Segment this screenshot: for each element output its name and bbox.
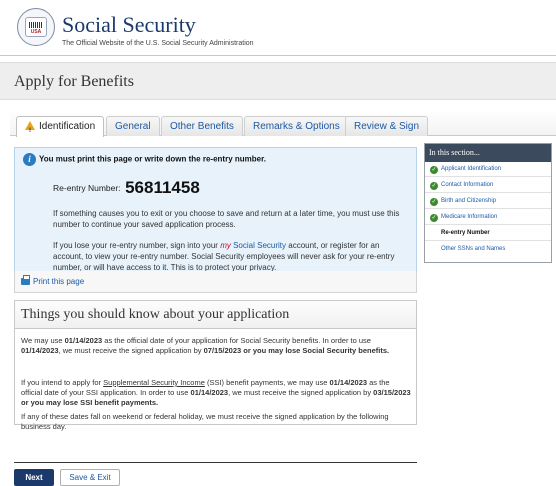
print-label: Print this page — [33, 277, 85, 286]
printer-icon — [21, 275, 30, 285]
seal-stripes — [29, 22, 43, 28]
reentry-row: Re-entry Number: 56811458 — [53, 178, 200, 198]
benefits-date-paragraph: We may use 01/14/2023 as the official da… — [21, 336, 411, 356]
date: 01/14/2023 — [190, 388, 229, 397]
check-icon: ✓ — [430, 214, 438, 222]
tab-identification[interactable]: ! Identification — [16, 116, 105, 137]
text: , we must receive the signed application… — [228, 388, 374, 397]
sidebar-item-other-ssns[interactable]: Other SSNs and Names — [425, 242, 551, 257]
site-header: USA Social Security The Official Website… — [0, 0, 556, 56]
tab-other-benefits[interactable]: Other Benefits — [161, 116, 243, 136]
sidebar-item-label: Medicare Information — [441, 214, 498, 220]
date: 01/14/2023 — [64, 336, 103, 345]
date: 01/14/2023 — [21, 346, 59, 355]
seal-text: USA — [30, 29, 42, 35]
tab-label: Other Benefits — [170, 121, 234, 132]
sidebar-heading: In this section... — [425, 144, 551, 162]
reentry-info-box: i You must print this page or write down … — [14, 147, 417, 289]
my-social-security-link[interactable]: my Social Security — [220, 241, 286, 250]
sidebar-item-label: Birth and Citizenship — [441, 198, 497, 204]
check-icon: ✓ — [430, 198, 438, 206]
page-title: Apply for Benefits — [14, 73, 134, 90]
text: , we must receive the signed application… — [58, 346, 204, 355]
things-to-know-panel: Things you should know about your applic… — [14, 300, 417, 431]
ss-text: Social Security — [230, 241, 287, 250]
ssi-date-paragraph: If you intend to apply for Supplemental … — [21, 378, 411, 408]
page-title-bar: Apply for Benefits — [0, 62, 556, 100]
tab-general[interactable]: General — [106, 116, 160, 136]
sidebar-item-reentry-number: Re-entry Number — [425, 226, 551, 241]
privacy-text-a: If you lose your re-entry number, sign i… — [53, 241, 221, 250]
tab-label: Review & Sign — [354, 121, 420, 132]
info-icon: i — [23, 153, 36, 166]
actions-divider — [14, 462, 417, 463]
reentry-label: Re-entry Number: — [53, 183, 121, 193]
text: We may use — [21, 336, 65, 345]
things-header: Things you should know about your applic… — [15, 301, 416, 329]
sidebar-item-birth-citizenship[interactable]: ✓ Birth and Citizenship — [425, 194, 551, 209]
check-icon: ✓ — [430, 166, 438, 174]
tab-remarks-options[interactable]: Remarks & Options — [244, 116, 349, 136]
reentry-instruction: If something causes you to exit or you c… — [53, 209, 400, 229]
sidebar-item-medicare-information[interactable]: ✓ Medicare Information — [425, 210, 551, 225]
sidebar-item-label: Re-entry Number — [441, 230, 490, 236]
things-title: Things you should know about your applic… — [21, 307, 290, 322]
my-text: my — [220, 241, 231, 250]
sidebar-item-label: Applicant Identification — [441, 166, 502, 172]
sidebar-item-contact-information[interactable]: ✓ Contact Information — [425, 178, 551, 193]
date: 01/14/2023 — [329, 378, 368, 387]
warning-icon: ! — [25, 121, 35, 134]
info-heading-text: You must print this page or write down t… — [39, 154, 266, 164]
info-heading: i You must print this page or write down … — [23, 153, 266, 166]
tab-review-sign[interactable]: Review & Sign — [345, 116, 429, 136]
site-title[interactable]: Social Security — [62, 12, 196, 38]
text: (SSI) benefit payments, we may use — [204, 378, 330, 387]
deadline: 07/15/2023 or you may lose Social Securi… — [203, 346, 390, 355]
reentry-number: 56811458 — [125, 178, 200, 197]
tab-label: Remarks & Options — [253, 121, 340, 132]
text: If you intend to apply for — [21, 378, 104, 387]
site-subtitle: The Official Website of the U.S. Social … — [62, 40, 254, 47]
tab-label: General — [115, 121, 151, 132]
sidebar-item-applicant-identification[interactable]: ✓ Applicant Identification — [425, 162, 551, 177]
save-exit-button[interactable]: Save & Exit — [60, 469, 120, 486]
tab-label: Identification — [39, 121, 96, 132]
ssa-seal-logo: USA — [17, 8, 55, 46]
sidebar-item-label: Other SSNs and Names — [441, 246, 506, 252]
section-sidebar: In this section... ✓ Applicant Identifica… — [424, 143, 552, 263]
check-icon: ✓ — [430, 182, 438, 190]
next-button[interactable]: Next — [14, 469, 54, 486]
holiday-note-paragraph: If any of these dates fall on weekend or… — [21, 412, 389, 431]
reentry-privacy-note: If you lose your re-entry number, sign i… — [53, 240, 411, 273]
print-page-link[interactable]: Print this page — [21, 275, 85, 286]
ssi-link[interactable]: Supplemental Security Income — [103, 378, 205, 387]
seal-shield: USA — [25, 17, 47, 37]
text: as the official date of your application… — [102, 336, 371, 345]
sidebar-item-label: Contact Information — [441, 182, 494, 188]
tab-bar: ! Identification General Other Benefits R… — [10, 110, 556, 137]
print-row: Print this page — [14, 271, 417, 293]
